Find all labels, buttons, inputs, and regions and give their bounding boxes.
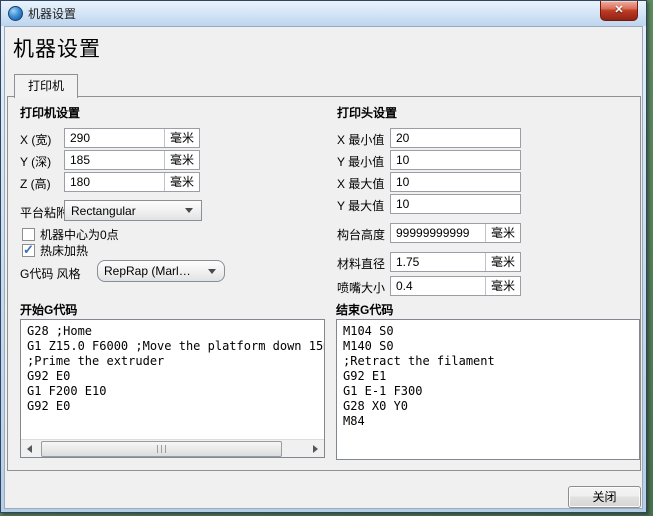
window-title: 机器设置	[28, 5, 76, 22]
printhead-settings-title: 打印头设置	[337, 104, 397, 121]
x-width-input[interactable]	[65, 130, 164, 146]
x-min-input[interactable]	[391, 130, 520, 146]
scroll-left-icon	[27, 445, 32, 453]
gantry-height-unit: 毫米	[485, 224, 520, 242]
x-min-label: X 最小值	[337, 131, 384, 148]
z-height-unit: 毫米	[164, 173, 199, 191]
machine-settings-window: 机器设置 ✕ 机器设置 打印机 打印机设置 X (宽) 毫米 Y (深) 毫米 …	[0, 0, 647, 513]
close-button[interactable]: 关闭	[568, 486, 641, 508]
printer-settings-title: 打印机设置	[20, 104, 80, 121]
y-max-field[interactable]	[390, 194, 521, 214]
heated-bed-checkbox[interactable]	[22, 244, 35, 257]
machine-center-checkbox[interactable]	[22, 228, 35, 241]
gantry-height-label: 构台高度	[337, 226, 385, 243]
y-min-field[interactable]	[390, 150, 521, 170]
z-height-field[interactable]: 毫米	[64, 172, 200, 192]
y-depth-unit: 毫米	[164, 151, 199, 169]
nozzle-size-input[interactable]	[391, 278, 485, 294]
platform-adhesion-value: Rectangular	[65, 204, 181, 218]
chevron-down-icon	[185, 208, 193, 213]
start-gcode-text[interactable]: G28 ;Home G1 Z15.0 F6000 ;Move the platf…	[21, 320, 324, 440]
x-width-unit: 毫米	[164, 129, 199, 147]
x-max-field[interactable]	[390, 172, 521, 192]
platform-adhesion-label: 平台粘附	[20, 204, 68, 221]
z-height-input[interactable]	[65, 174, 164, 190]
y-depth-field[interactable]: 毫米	[64, 150, 200, 170]
scroll-right-button[interactable]	[307, 440, 324, 457]
gcode-flavor-dropdown[interactable]: RepRap (Marl…	[97, 260, 225, 282]
y-min-label: Y 最小值	[337, 153, 384, 170]
x-width-field[interactable]: 毫米	[64, 128, 200, 148]
heated-bed-checkbox-label: 热床加热	[40, 242, 88, 259]
field-label-y-depth: Y (深)	[20, 153, 51, 170]
y-depth-input[interactable]	[65, 152, 164, 168]
gantry-height-input[interactable]	[391, 225, 485, 241]
field-label-x-width: X (宽)	[20, 131, 51, 148]
chevron-down-icon	[208, 269, 216, 274]
desktop: { "window": { "title": "机器设置", "close_ic…	[0, 0, 653, 516]
material-diameter-unit: 毫米	[485, 253, 520, 271]
platform-adhesion-dropdown[interactable]: Rectangular	[64, 200, 202, 221]
nozzle-size-unit: 毫米	[485, 277, 520, 295]
printer-tab-panel: 打印机设置 X (宽) 毫米 Y (深) 毫米 Z (高) 毫米 平台粘附 Re…	[7, 96, 641, 471]
y-max-label: Y 最大值	[337, 197, 384, 214]
start-gcode-hscrollbar[interactable]	[21, 439, 324, 457]
end-gcode-text[interactable]: M104 S0 M140 S0 ;Retract the filament G9…	[337, 320, 639, 459]
field-label-z-height: Z (高)	[20, 175, 51, 192]
machine-center-checkbox-label: 机器中心为0点	[40, 226, 119, 243]
scrollbar-thumb[interactable]	[41, 441, 282, 457]
gcode-flavor-label: G代码 风格	[20, 265, 81, 282]
end-gcode-box[interactable]: M104 S0 M140 S0 ;Retract the filament G9…	[336, 319, 640, 460]
x-max-label: X 最大值	[337, 175, 384, 192]
start-gcode-box[interactable]: G28 ;Home G1 Z15.0 F6000 ;Move the platf…	[20, 319, 325, 458]
page-title: 机器设置	[13, 33, 101, 63]
close-icon: ✕	[614, 4, 623, 16]
heated-bed-checkbox-row[interactable]: 热床加热	[22, 242, 88, 259]
y-min-input[interactable]	[391, 152, 520, 168]
tab-printer[interactable]: 打印机	[14, 74, 78, 98]
x-min-field[interactable]	[390, 128, 521, 148]
dialog-body: 机器设置 打印机 打印机设置 X (宽) 毫米 Y (深) 毫米 Z (高) 毫…	[4, 26, 643, 509]
nozzle-size-field[interactable]: 毫米	[390, 276, 521, 296]
title-bar[interactable]: 机器设置	[1, 1, 646, 26]
nozzle-size-label: 喷嘴大小	[337, 279, 385, 296]
scroll-left-button[interactable]	[21, 440, 38, 457]
y-max-input[interactable]	[391, 196, 520, 212]
start-gcode-title: 开始G代码	[20, 301, 77, 318]
machine-center-checkbox-row[interactable]: 机器中心为0点	[22, 226, 119, 243]
x-max-input[interactable]	[391, 174, 520, 190]
material-diameter-label: 材料直径	[337, 255, 385, 272]
material-diameter-input[interactable]	[391, 254, 485, 270]
material-diameter-field[interactable]: 毫米	[390, 252, 521, 272]
gantry-height-field[interactable]: 毫米	[390, 223, 521, 243]
scroll-right-icon	[313, 445, 318, 453]
gcode-flavor-value: RepRap (Marl…	[98, 264, 204, 278]
end-gcode-title: 结束G代码	[336, 301, 393, 318]
app-logo-icon	[8, 6, 23, 21]
window-close-button[interactable]: ✕	[600, 1, 638, 21]
